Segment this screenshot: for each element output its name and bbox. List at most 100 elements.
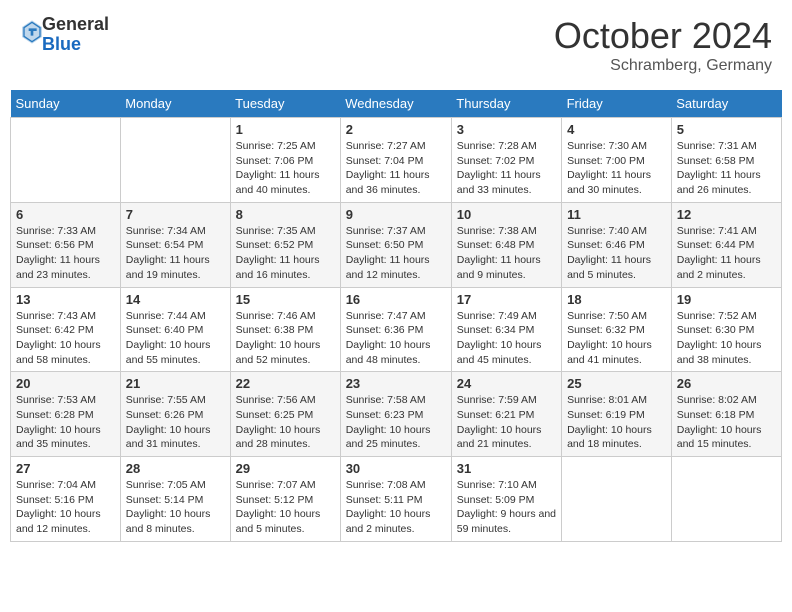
day-number: 31: [457, 461, 556, 476]
day-number: 17: [457, 292, 556, 307]
calendar-cell: 24 Sunrise: 7:59 AMSunset: 6:21 PMDayligh…: [451, 372, 561, 457]
calendar-cell: 1Sunrise: 7:25 AMSunset: 7:06 PMDaylight…: [230, 118, 340, 203]
day-info: Sunrise: 8:01 AMSunset: 6:19 PMDaylight:…: [567, 393, 666, 452]
day-number: 9: [346, 207, 446, 222]
calendar-cell: 29 Sunrise: 7:07 AMSunset: 5:12 PMDayligh…: [230, 457, 340, 542]
day-info: Sunrise: 7:07 AMSunset: 5:12 PMDaylight:…: [236, 478, 335, 537]
day-info: Sunrise: 7:30 AMSunset: 7:00 PMDaylight:…: [567, 139, 666, 198]
day-number: 11: [567, 207, 666, 222]
calendar-cell: 7Sunrise: 7:34 AMSunset: 6:54 PMDaylight…: [120, 202, 230, 287]
page-header: General Blue October 2024 Schramberg, Ge…: [10, 10, 782, 80]
day-number: 19: [677, 292, 776, 307]
day-info: Sunrise: 7:08 AMSunset: 5:11 PMDaylight:…: [346, 478, 446, 537]
day-info: Sunrise: 7:55 AMSunset: 6:26 PMDaylight:…: [126, 393, 225, 452]
day-info: Sunrise: 7:37 AMSunset: 6:50 PMDaylight:…: [346, 224, 446, 283]
calendar-cell: 14Sunrise: 7:44 AMSunset: 6:40 PMDayligh…: [120, 287, 230, 372]
logo-icon: [22, 20, 42, 44]
day-number: 26: [677, 376, 776, 391]
column-header-tuesday: Tuesday: [230, 90, 340, 118]
day-info: Sunrise: 7:56 AMSunset: 6:25 PMDaylight:…: [236, 393, 335, 452]
calendar-cell: 21 Sunrise: 7:55 AMSunset: 6:26 PMDayligh…: [120, 372, 230, 457]
day-info: Sunrise: 7:38 AMSunset: 6:48 PMDaylight:…: [457, 224, 556, 283]
day-number: 29: [236, 461, 335, 476]
calendar-cell: 19 Sunrise: 7:52 AMSunset: 6:30 PMDayligh…: [671, 287, 781, 372]
calendar-week-row: 27Sunrise: 7:04 AMSunset: 5:16 PMDayligh…: [11, 457, 782, 542]
day-number: 13: [16, 292, 115, 307]
calendar-cell: 17 Sunrise: 7:49 AMSunset: 6:34 PMDayligh…: [451, 287, 561, 372]
day-info: Sunrise: 7:27 AMSunset: 7:04 PMDaylight:…: [346, 139, 446, 198]
calendar-table: SundayMondayTuesdayWednesdayThursdayFrid…: [10, 90, 782, 542]
day-info: Sunrise: 7:59 AMSunset: 6:21 PMDaylight:…: [457, 393, 556, 452]
day-info: Sunrise: 7:10 AMSunset: 5:09 PMDaylight:…: [457, 478, 556, 537]
calendar-cell: 10 Sunrise: 7:38 AMSunset: 6:48 PMDayligh…: [451, 202, 561, 287]
calendar-cell: 6 Sunrise: 7:33 AMSunset: 6:56 PMDaylight…: [11, 202, 121, 287]
day-number: 24: [457, 376, 556, 391]
calendar-cell: [671, 457, 781, 542]
calendar-week-row: 20 Sunrise: 7:53 AMSunset: 6:28 PMDayligh…: [11, 372, 782, 457]
day-number: 18: [567, 292, 666, 307]
day-number: 6: [16, 207, 115, 222]
day-info: Sunrise: 7:50 AMSunset: 6:32 PMDaylight:…: [567, 309, 666, 368]
day-number: 2: [346, 122, 446, 137]
calendar-week-row: 1Sunrise: 7:25 AMSunset: 7:06 PMDaylight…: [11, 118, 782, 203]
day-info: Sunrise: 7:05 AMSunset: 5:14 PMDaylight:…: [126, 478, 225, 537]
column-header-sunday: Sunday: [11, 90, 121, 118]
day-number: 5: [677, 122, 776, 137]
day-number: 4: [567, 122, 666, 137]
calendar-cell: 4 Sunrise: 7:30 AMSunset: 7:00 PMDaylight…: [562, 118, 672, 203]
day-number: 30: [346, 461, 446, 476]
day-info: Sunrise: 7:34 AMSunset: 6:54 PMDaylight:…: [126, 224, 225, 283]
calendar-cell: 9 Sunrise: 7:37 AMSunset: 6:50 PMDaylight…: [340, 202, 451, 287]
calendar-cell: 11 Sunrise: 7:40 AMSunset: 6:46 PMDayligh…: [562, 202, 672, 287]
calendar-cell: 15 Sunrise: 7:46 AMSunset: 6:38 PMDayligh…: [230, 287, 340, 372]
day-number: 20: [16, 376, 115, 391]
column-header-wednesday: Wednesday: [340, 90, 451, 118]
day-info: Sunrise: 8:02 AMSunset: 6:18 PMDaylight:…: [677, 393, 776, 452]
column-header-monday: Monday: [120, 90, 230, 118]
calendar-cell: 31 Sunrise: 7:10 AMSunset: 5:09 PMDayligh…: [451, 457, 561, 542]
day-info: Sunrise: 7:43 AMSunset: 6:42 PMDaylight:…: [16, 309, 115, 368]
calendar-cell: [562, 457, 672, 542]
day-number: 8: [236, 207, 335, 222]
day-number: 1: [236, 122, 335, 137]
calendar-cell: 23Sunrise: 7:58 AMSunset: 6:23 PMDayligh…: [340, 372, 451, 457]
calendar-week-row: 6 Sunrise: 7:33 AMSunset: 6:56 PMDaylight…: [11, 202, 782, 287]
day-number: 3: [457, 122, 556, 137]
day-number: 16: [346, 292, 446, 307]
day-info: Sunrise: 7:28 AMSunset: 7:02 PMDaylight:…: [457, 139, 556, 198]
day-info: Sunrise: 7:33 AMSunset: 6:56 PMDaylight:…: [16, 224, 115, 283]
day-number: 28: [126, 461, 225, 476]
calendar-cell: [120, 118, 230, 203]
calendar-cell: 12Sunrise: 7:41 AMSunset: 6:44 PMDayligh…: [671, 202, 781, 287]
day-info: Sunrise: 7:40 AMSunset: 6:46 PMDaylight:…: [567, 224, 666, 283]
day-number: 10: [457, 207, 556, 222]
day-info: Sunrise: 7:35 AMSunset: 6:52 PMDaylight:…: [236, 224, 335, 283]
calendar-cell: 28 Sunrise: 7:05 AMSunset: 5:14 PMDayligh…: [120, 457, 230, 542]
calendar-cell: 13 Sunrise: 7:43 AMSunset: 6:42 PMDayligh…: [11, 287, 121, 372]
column-header-saturday: Saturday: [671, 90, 781, 118]
calendar-cell: 16 Sunrise: 7:47 AMSunset: 6:36 PMDayligh…: [340, 287, 451, 372]
logo-text: General Blue: [42, 15, 109, 55]
day-info: Sunrise: 7:53 AMSunset: 6:28 PMDaylight:…: [16, 393, 115, 452]
calendar-cell: 18 Sunrise: 7:50 AMSunset: 6:32 PMDayligh…: [562, 287, 672, 372]
day-number: 15: [236, 292, 335, 307]
day-number: 21: [126, 376, 225, 391]
calendar-cell: [11, 118, 121, 203]
day-info: Sunrise: 7:52 AMSunset: 6:30 PMDaylight:…: [677, 309, 776, 368]
calendar-week-row: 13 Sunrise: 7:43 AMSunset: 6:42 PMDayligh…: [11, 287, 782, 372]
day-number: 14: [126, 292, 225, 307]
calendar-cell: 22 Sunrise: 7:56 AMSunset: 6:25 PMDayligh…: [230, 372, 340, 457]
column-header-friday: Friday: [562, 90, 672, 118]
calendar-cell: 27Sunrise: 7:04 AMSunset: 5:16 PMDayligh…: [11, 457, 121, 542]
day-info: Sunrise: 7:47 AMSunset: 6:36 PMDaylight:…: [346, 309, 446, 368]
day-number: 22: [236, 376, 335, 391]
title-area: October 2024 Schramberg, Germany: [554, 15, 772, 75]
calendar-cell: 2 Sunrise: 7:27 AMSunset: 7:04 PMDaylight…: [340, 118, 451, 203]
day-info: Sunrise: 7:49 AMSunset: 6:34 PMDaylight:…: [457, 309, 556, 368]
month-title: October 2024: [554, 15, 772, 57]
day-number: 12: [677, 207, 776, 222]
calendar-cell: 8 Sunrise: 7:35 AMSunset: 6:52 PMDaylight…: [230, 202, 340, 287]
logo: General Blue: [20, 15, 109, 55]
day-info: Sunrise: 7:46 AMSunset: 6:38 PMDaylight:…: [236, 309, 335, 368]
day-info: Sunrise: 7:04 AMSunset: 5:16 PMDaylight:…: [16, 478, 115, 537]
